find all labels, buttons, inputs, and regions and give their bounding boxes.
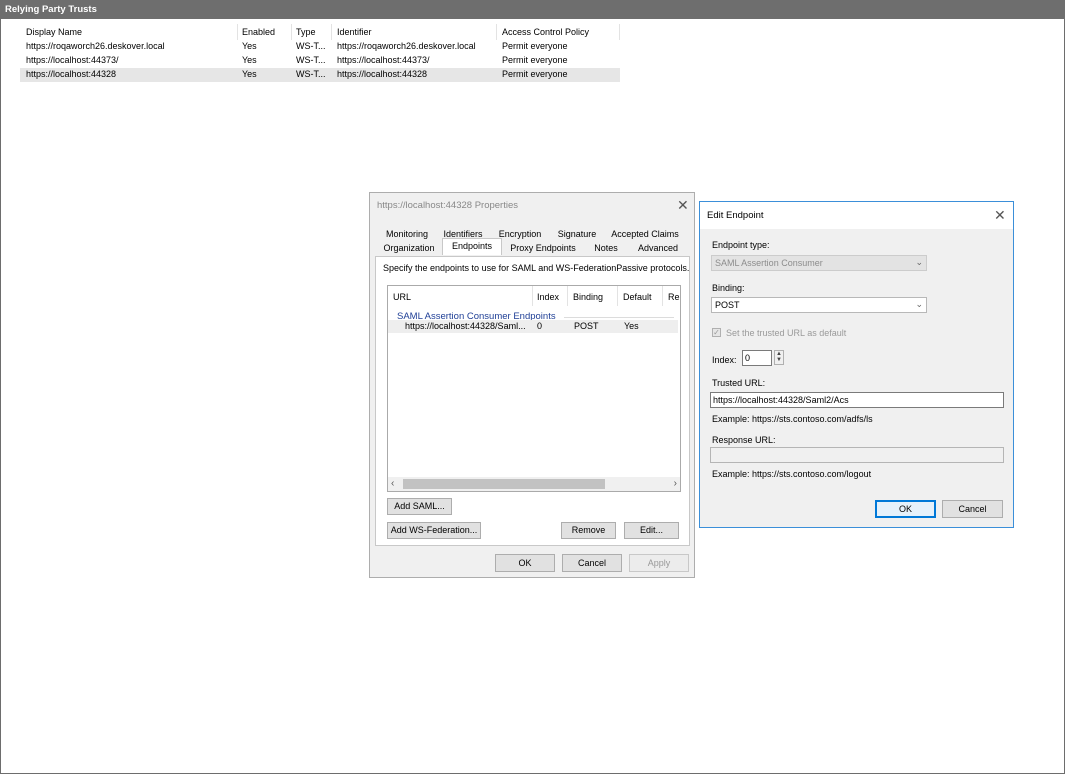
- endpoint-type-label: Endpoint type:: [712, 240, 770, 250]
- ok-button[interactable]: OK: [875, 500, 936, 518]
- trusted-url-input[interactable]: https://localhost:44328/Saml2/Acs: [710, 392, 1004, 408]
- type-cell: WS-T...: [296, 69, 326, 79]
- endpoint-type-select[interactable]: SAML Assertion Consumer ⌄: [711, 255, 927, 271]
- trusted-url-label: Trusted URL:: [712, 378, 766, 388]
- close-icon[interactable]: ✕: [994, 208, 1006, 222]
- list-item[interactable]: https://roqaworch26.deskover.local Yes W…: [20, 40, 620, 54]
- properties-dialog: https://localhost:44328 Properties ✕ Mon…: [369, 192, 695, 578]
- horizontal-scrollbar[interactable]: ‹ ›: [388, 477, 680, 491]
- endpoint-url-cell: https://localhost:44328/Saml...: [405, 321, 526, 331]
- tab-organization[interactable]: Organization: [382, 241, 436, 255]
- trusted-url-example: Example: https://sts.contoso.com/adfs/ls: [712, 414, 873, 424]
- ok-button[interactable]: OK: [495, 554, 555, 572]
- response-url-label: Response URL:: [712, 435, 776, 445]
- cancel-button[interactable]: Cancel: [942, 500, 1003, 518]
- tab-endpoints[interactable]: Endpoints: [442, 238, 502, 255]
- response-url-input[interactable]: [710, 447, 1004, 463]
- default-checkbox[interactable]: ✓: [712, 328, 721, 337]
- tab-proxy-endpoints[interactable]: Proxy Endpoints: [508, 241, 578, 255]
- binding-value: POST: [715, 300, 740, 310]
- response-url-example: Example: https://sts.contoso.com/logout: [712, 469, 872, 479]
- column-separator[interactable]: [619, 24, 620, 40]
- dialog-title: Edit Endpoint: [707, 210, 764, 221]
- scroll-thumb[interactable]: [403, 479, 605, 489]
- column-separator[interactable]: [662, 286, 663, 306]
- column-separator[interactable]: [291, 24, 292, 40]
- edit-button[interactable]: Edit...: [624, 522, 679, 539]
- column-header-re[interactable]: Re: [668, 292, 680, 302]
- enabled-cell: Yes: [242, 41, 257, 51]
- endpoint-default-cell: Yes: [624, 321, 639, 331]
- binding-select[interactable]: POST ⌄: [711, 297, 927, 313]
- policy-cell: Permit everyone: [502, 69, 568, 79]
- endpoints-description: Specify the endpoints to use for SAML an…: [383, 263, 690, 273]
- index-spinner[interactable]: ▲ ▼: [774, 350, 784, 365]
- default-checkbox-label: Set the trusted URL as default: [726, 328, 847, 338]
- column-header-index[interactable]: Index: [537, 292, 559, 302]
- endpoint-type-value: SAML Assertion Consumer: [715, 258, 823, 268]
- endpoints-list[interactable]: URL Index Binding Default Re SAML Assert…: [387, 285, 681, 492]
- endpoint-binding-cell: POST: [574, 321, 599, 331]
- edit-endpoint-dialog: Edit Endpoint ✕ Endpoint type: SAML Asse…: [699, 201, 1014, 528]
- column-header-identifier[interactable]: Identifier: [337, 27, 372, 37]
- scroll-left-icon[interactable]: ‹: [391, 477, 394, 491]
- remove-button[interactable]: Remove: [561, 522, 616, 539]
- index-input[interactable]: 0: [742, 350, 772, 366]
- relying-party-list[interactable]: Display Name Enabled Type Identifier Acc…: [20, 24, 620, 82]
- endpoints-panel: Specify the endpoints to use for SAML an…: [375, 256, 690, 546]
- group-divider: [564, 317, 674, 318]
- column-header-url[interactable]: URL: [393, 292, 411, 302]
- binding-label: Binding:: [712, 283, 745, 293]
- dialog-title: https://localhost:44328 Properties: [377, 200, 519, 211]
- policy-cell: Permit everyone: [502, 55, 568, 65]
- identifier-cell: https://localhost:44373/: [337, 55, 430, 65]
- endpoint-row[interactable]: https://localhost:44328/Saml... 0 POST Y…: [388, 320, 678, 333]
- close-icon[interactable]: ✕: [677, 198, 689, 212]
- index-value: 0: [745, 353, 751, 363]
- tab-advanced[interactable]: Advanced: [634, 241, 682, 255]
- column-header-enabled[interactable]: Enabled: [242, 27, 275, 37]
- add-ws-federation-button[interactable]: Add WS-Federation...: [387, 522, 481, 539]
- list-header: Display Name Enabled Type Identifier Acc…: [20, 24, 620, 40]
- column-header-display-name[interactable]: Display Name: [26, 27, 82, 37]
- tab-encryption[interactable]: Encryption: [496, 227, 544, 241]
- display-name-cell: https://localhost:44373/: [26, 55, 119, 65]
- column-separator[interactable]: [496, 24, 497, 40]
- enabled-cell: Yes: [242, 55, 257, 65]
- list-item-selected[interactable]: https://localhost:44328 Yes WS-T... http…: [20, 68, 620, 82]
- identifier-cell: https://roqaworch26.deskover.local: [337, 41, 476, 51]
- policy-cell: Permit everyone: [502, 41, 568, 51]
- column-header-binding[interactable]: Binding: [573, 292, 603, 302]
- display-name-cell: https://localhost:44328: [26, 69, 117, 79]
- display-name-cell: https://roqaworch26.deskover.local: [26, 41, 165, 51]
- tab-signature[interactable]: Signature: [554, 227, 600, 241]
- add-saml-button[interactable]: Add SAML...: [387, 498, 452, 515]
- chevron-down-icon: ⌄: [915, 299, 923, 309]
- column-separator[interactable]: [237, 24, 238, 40]
- identifier-cell: https://localhost:44328: [337, 69, 428, 79]
- cancel-button[interactable]: Cancel: [562, 554, 622, 572]
- enabled-cell: Yes: [242, 69, 257, 79]
- column-separator[interactable]: [617, 286, 618, 306]
- scroll-right-icon[interactable]: ›: [674, 477, 677, 491]
- endpoint-index-cell: 0: [537, 321, 543, 331]
- list-item[interactable]: https://localhost:44373/ Yes WS-T... htt…: [20, 54, 620, 68]
- trusted-url-value: https://localhost:44328/Saml2/Acs: [713, 395, 849, 405]
- type-cell: WS-T...: [296, 55, 326, 65]
- window-title: Relying Party Trusts: [0, 0, 1065, 19]
- tab-accepted-claims[interactable]: Accepted Claims: [610, 227, 680, 241]
- tab-notes[interactable]: Notes: [590, 241, 622, 255]
- column-separator[interactable]: [532, 286, 533, 306]
- tab-monitoring[interactable]: Monitoring: [382, 227, 432, 241]
- chevron-down-icon: ⌄: [915, 257, 923, 267]
- column-header-default[interactable]: Default: [623, 292, 652, 302]
- apply-button[interactable]: Apply: [629, 554, 689, 572]
- index-label: Index:: [712, 355, 737, 365]
- column-header-type[interactable]: Type: [296, 27, 316, 37]
- column-separator[interactable]: [331, 24, 332, 40]
- column-separator[interactable]: [567, 286, 568, 306]
- column-header-access-control-policy[interactable]: Access Control Policy: [502, 27, 589, 37]
- type-cell: WS-T...: [296, 41, 326, 51]
